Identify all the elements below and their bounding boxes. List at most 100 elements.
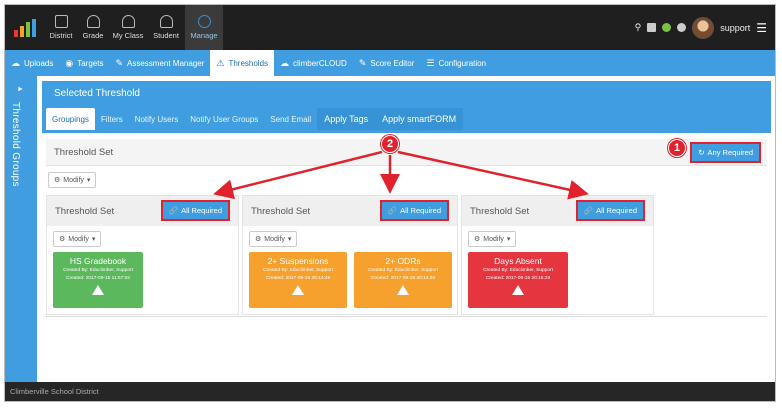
threshold-card[interactable]: 2+ Suspensions Created By: Educlimber, S… xyxy=(249,252,347,308)
all-required-label: All Required xyxy=(181,206,222,215)
footer-district: Climberville School District xyxy=(10,387,99,396)
modify-label: Modify xyxy=(68,235,89,243)
user-icon xyxy=(159,15,173,28)
threshold-groups-rail[interactable]: ► Threshold Groups xyxy=(5,76,37,382)
card-created: Created: 2017-09-15 20:14:20 xyxy=(370,276,436,281)
group-title: Threshold Set xyxy=(55,206,115,217)
group-body: ⚙ Modify ▾ Days Absent Created By: Educl… xyxy=(462,226,653,314)
caret-down-icon: ▾ xyxy=(86,177,91,184)
nav-grade-label: Grade xyxy=(82,31,104,40)
any-required-label: Any Required xyxy=(707,148,753,157)
all-required-button[interactable]: 🔗 All Required xyxy=(160,200,231,221)
gears-icon: ⚙ xyxy=(54,177,61,184)
subtab-notify-users[interactable]: Notify Users xyxy=(129,108,185,130)
group-header: Threshold Set 🔗 All Required xyxy=(243,196,457,226)
group-body: ⚙ Modify ▾ HS Gradebook Created By: Educ… xyxy=(47,226,238,314)
all-required-button[interactable]: 🔗 All Required xyxy=(575,200,646,221)
modify-dropdown[interactable]: ⚙ Modify ▾ xyxy=(468,231,517,247)
threshold-card[interactable]: HS Gradebook Created By: Educlimber, Sup… xyxy=(53,252,143,308)
nav-manage[interactable]: Manage xyxy=(185,5,223,50)
top-navbar: District Grade My Class Student Manage ⚲… xyxy=(5,5,775,50)
caret-right-icon[interactable]: ► xyxy=(17,86,24,93)
tab-assessment-manager[interactable]: ✎ Assessment Manager xyxy=(109,50,210,76)
threshold-group: Threshold Set 🔗 All Required ⚙ Modify ▾ … xyxy=(46,195,239,315)
users-icon xyxy=(121,15,135,28)
nav-manage-label: Manage xyxy=(190,31,218,40)
link-icon: 🔗 xyxy=(168,206,179,215)
group-header: Threshold Set 🔗 All Required xyxy=(47,196,238,226)
tab-configuration-label: Configuration xyxy=(438,58,487,68)
avatar[interactable] xyxy=(692,16,715,39)
menu-icon[interactable]: ☰ xyxy=(756,21,767,35)
user-name[interactable]: support xyxy=(720,23,750,33)
tab-climbercloud-label: climberCLOUD xyxy=(293,58,347,68)
subtab-apply-tags[interactable]: Apply Tags xyxy=(317,108,376,130)
card-created: Created: 2017-09-15 20:14:49 xyxy=(265,276,331,281)
threshold-group: Threshold Set 🔗 All Required ⚙ Modify ▾ … xyxy=(242,195,458,315)
menu-icon: ☰ xyxy=(426,57,435,68)
mail-icon[interactable] xyxy=(647,23,657,32)
nav-district[interactable]: District xyxy=(45,5,77,50)
all-required-button[interactable]: 🔗 All Required xyxy=(379,200,450,221)
threshold-card[interactable]: 2+ ODRs Created By: Educlimber, Support … xyxy=(354,252,452,308)
card-created-by: Created By: Educlimber, Support xyxy=(368,268,438,273)
tab-targets[interactable]: ◉ Targets xyxy=(59,50,109,76)
search-icon[interactable]: ⚲ xyxy=(635,22,642,33)
warning-icon xyxy=(397,285,409,295)
subtab-notify-user-groups[interactable]: Notify User Groups xyxy=(184,108,264,130)
card-title: 2+ Suspensions xyxy=(267,256,329,266)
threshold-set-title: Threshold Set xyxy=(54,147,114,158)
pencil-icon: ✎ xyxy=(115,57,123,68)
subtab-groupings[interactable]: Groupings xyxy=(46,108,95,130)
caret-down-icon: ▾ xyxy=(506,236,511,243)
nav-district-label: District xyxy=(49,31,73,40)
link-icon: 🔗 xyxy=(583,206,594,215)
tab-climbercloud[interactable]: ☁ climberCLOUD xyxy=(274,50,353,76)
modify-label: Modify xyxy=(264,235,285,243)
tab-configuration[interactable]: ☰ Configuration xyxy=(420,50,492,76)
gears-icon: ⚙ xyxy=(59,236,66,243)
gears-icon: ⚙ xyxy=(474,236,481,243)
modify-label: Modify xyxy=(483,235,504,243)
pencil-icon: ✎ xyxy=(358,57,367,68)
nav-grade[interactable]: Grade xyxy=(77,5,109,50)
subtab-send-email[interactable]: Send Email xyxy=(264,108,317,130)
any-required-button[interactable]: ↻ Any Required xyxy=(690,142,761,163)
manage-tabbar: ☁ Uploads ◉ Targets ✎ Assessment Manager… xyxy=(5,50,775,76)
footer-bar: Climberville School District xyxy=(5,382,775,401)
tab-score-editor[interactable]: ✎ Score Editor xyxy=(353,50,421,76)
warning-icon xyxy=(92,285,104,295)
tab-thresholds-label: Thresholds xyxy=(228,58,269,68)
warning-icon xyxy=(512,285,524,295)
nav-my-class[interactable]: My Class xyxy=(109,5,147,50)
nav-student[interactable]: Student xyxy=(147,5,185,50)
subtab-filters[interactable]: Filters xyxy=(95,108,129,130)
bell-icon[interactable] xyxy=(677,23,687,32)
group-title: Threshold Set xyxy=(251,206,311,217)
nav-right-controls: ⚲ support ☰ xyxy=(635,5,775,50)
group-body: ⚙ Modify ▾ 2+ Suspensions Created By: Ed… xyxy=(243,226,457,314)
caret-down-icon: ▾ xyxy=(287,236,292,243)
modify-dropdown[interactable]: ⚙ Modify ▾ xyxy=(53,231,102,247)
app-logo[interactable] xyxy=(5,5,45,50)
modify-dropdown[interactable]: ⚙ Modify ▾ xyxy=(249,231,298,247)
tab-thresholds[interactable]: ⚠ Thresholds xyxy=(210,50,275,76)
target-icon: ◉ xyxy=(65,57,74,68)
modify-dropdown[interactable]: ⚙ Modify ▾ xyxy=(48,172,97,188)
selected-threshold-header: Selected Threshold Groupings Filters Not… xyxy=(42,81,771,133)
selected-subtabs: Groupings Filters Notify Users Notify Us… xyxy=(46,108,464,130)
nav-student-label: Student xyxy=(153,31,179,40)
cloud-icon: ☁ xyxy=(280,57,290,68)
subtab-apply-smartform[interactable]: Apply smartFORM xyxy=(375,108,464,130)
cloud-status-icon[interactable] xyxy=(662,23,672,32)
selected-threshold-title: Selected Threshold xyxy=(54,88,140,99)
users-icon xyxy=(86,15,100,28)
annotation-badge-2: 2 xyxy=(381,135,399,153)
threshold-card[interactable]: Days Absent Created By: Educlimber, Supp… xyxy=(468,252,568,308)
card-created-by: Created By: Educlimber, Support xyxy=(63,268,133,273)
tab-uploads[interactable]: ☁ Uploads xyxy=(5,50,59,76)
all-required-label: All Required xyxy=(596,206,637,215)
all-required-label: All Required xyxy=(400,206,441,215)
rail-label: Threshold Groups xyxy=(10,102,21,187)
group-title: Threshold Set xyxy=(470,206,530,217)
